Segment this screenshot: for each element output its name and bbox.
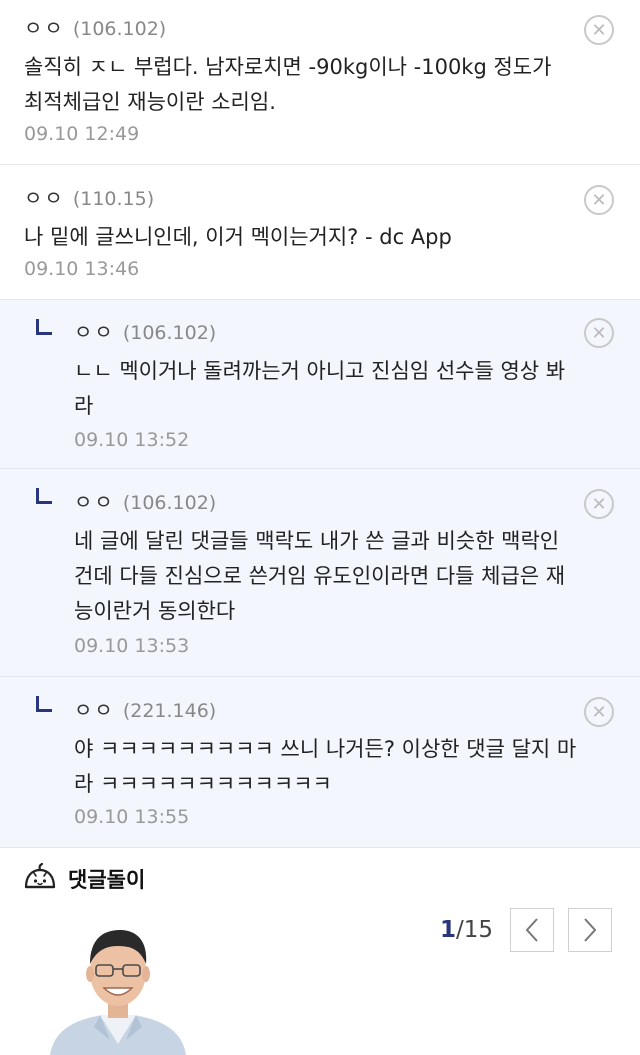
comment-text-line: 능이란거 동의한다 <box>74 599 236 623</box>
comment-text: 야 ㅋㅋㅋㅋㅋㅋㅋㅋㅋ 쓰니 나거든? 이상한 댓글 달지 마 라 ㅋㅋㅋㅋㅋㅋ… <box>74 732 619 802</box>
comment-text-line: 건데 다들 진심으로 쓴거임 유도인이라면 다들 체급은 재 <box>74 564 566 588</box>
comment-nickname[interactable]: ㅇㅇ <box>74 316 115 345</box>
comment-text: ㄴㄴ 멕이거나 돌려까는거 아니고 진심임 선수들 영상 봐 라 <box>74 354 619 424</box>
reply-item: ㅇㅇ (221.146) ✕ 야 ㅋㅋㅋㅋㅋㅋㅋㅋㅋ 쓰니 나거든? 이상한 댓… <box>0 677 640 848</box>
comment-text-line: 야 ㅋㅋㅋㅋㅋㅋㅋㅋㅋ 쓰니 나거든? 이상한 댓글 달지 마 <box>74 737 577 761</box>
comment-text-line: 나 밑에 글쓰니인데, 이거 멕이는거지? - dc App <box>24 225 452 249</box>
comment-bot-image[interactable] <box>22 912 212 1055</box>
delete-comment-icon[interactable]: ✕ <box>584 697 614 727</box>
comment-text-line: 네 글에 달린 댓글들 맥락도 내가 쓴 글과 비슷한 맥락인 <box>74 529 560 553</box>
comment-date: 09.10 13:46 <box>24 258 140 280</box>
comment-ip: (221.146) <box>122 700 217 722</box>
comment-bot-header: 댓글돌이 <box>22 857 145 901</box>
pagination: 1/15 <box>440 908 613 952</box>
comment-meta: ㅇㅇ (221.146) <box>74 694 216 722</box>
comment-ip: (106.102) <box>122 322 217 344</box>
comment-item: ㅇㅇ (110.15) ✕ 나 밑에 글쓰니인데, 이거 멕이는거지? - dc… <box>0 165 640 300</box>
comment-ip: (106.102) <box>122 492 217 514</box>
comment-date: 09.10 13:55 <box>74 806 190 828</box>
comment-meta: ㅇㅇ (106.102) <box>74 316 216 344</box>
reply-arrow-icon <box>36 488 52 504</box>
comment-text-line: 라 ㅋㅋㅋㅋㅋㅋㅋㅋㅋㅋㅋㅋ <box>74 772 332 796</box>
comment-text-line: 라 <box>74 394 94 418</box>
comment-text-line: 솔직히 ㅈㄴ 부럽다. 남자로치면 -90kg이나 -100kg 정도가 <box>24 55 552 79</box>
comment-ip: (110.15) <box>72 188 155 210</box>
comment-ip: (106.102) <box>72 18 167 40</box>
comment-meta: ㅇㅇ (106.102) <box>74 486 216 514</box>
reply-arrow-icon <box>36 696 52 712</box>
comment-date: 09.10 13:52 <box>74 429 190 451</box>
comment-text: 솔직히 ㅈㄴ 부럽다. 남자로치면 -90kg이나 -100kg 정도가 최적체… <box>24 50 614 120</box>
next-page-button[interactable] <box>568 908 613 952</box>
page-indicator: 1/15 <box>440 917 493 943</box>
current-page: 1 <box>440 917 457 943</box>
reply-item: ㅇㅇ (106.102) ✕ 네 글에 달린 댓글들 맥락도 내가 쓴 글과 비… <box>0 469 640 677</box>
comment-nickname[interactable]: ㅇㅇ <box>24 12 65 41</box>
prev-page-button[interactable] <box>510 908 555 952</box>
comment-date: 09.10 13:53 <box>74 635 190 657</box>
comment-text: 나 밑에 글쓰니인데, 이거 멕이는거지? - dc App <box>24 220 614 255</box>
delete-comment-icon[interactable]: ✕ <box>584 489 614 519</box>
chevron-right-icon <box>584 918 597 942</box>
comment-nickname[interactable]: ㅇㅇ <box>74 694 115 723</box>
delete-comment-icon[interactable]: ✕ <box>584 318 614 348</box>
comment-text: 네 글에 달린 댓글들 맥락도 내가 쓴 글과 비슷한 맥락인 건데 다들 진심… <box>74 524 619 629</box>
chevron-left-icon <box>525 918 538 942</box>
reply-arrow-icon <box>36 319 52 335</box>
total-pages: /15 <box>456 917 494 943</box>
comment-date: 09.10 12:49 <box>24 123 140 145</box>
comment-text-line: 최적체급인 재능이란 소리임. <box>24 90 276 114</box>
dumpling-mascot-icon <box>24 862 56 889</box>
delete-comment-icon[interactable]: ✕ <box>584 15 614 45</box>
person-photo <box>22 912 212 1055</box>
comment-nickname[interactable]: ㅇㅇ <box>74 486 115 515</box>
delete-comment-icon[interactable]: ✕ <box>584 185 614 215</box>
comment-bot-title: 댓글돌이 <box>68 868 146 892</box>
comment-item: ㅇㅇ (106.102) ✕ 솔직히 ㅈㄴ 부럽다. 남자로치면 -90kg이나… <box>0 0 640 165</box>
comment-meta: ㅇㅇ (110.15) <box>24 182 154 210</box>
comment-text-line: ㄴㄴ 멕이거나 돌려까는거 아니고 진심임 선수들 영상 봐 <box>74 359 566 383</box>
comment-nickname[interactable]: ㅇㅇ <box>24 182 65 211</box>
comment-meta: ㅇㅇ (106.102) <box>24 12 166 40</box>
reply-item: ㅇㅇ (106.102) ✕ ㄴㄴ 멕이거나 돌려까는거 아니고 진심임 선수들… <box>0 300 640 469</box>
